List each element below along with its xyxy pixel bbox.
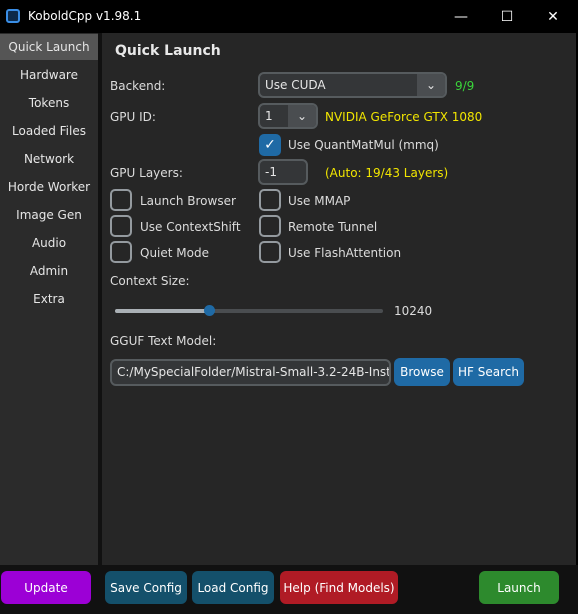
quiet-mode-checkbox[interactable] <box>110 241 132 263</box>
backend-count: 9/9 <box>455 79 475 93</box>
use-mmap-label: Use MMAP <box>288 194 351 208</box>
sidebar-item-loaded-files[interactable]: Loaded Files <box>0 118 98 144</box>
sidebar-item-network[interactable]: Network <box>0 146 98 172</box>
context-size-label: Context Size: <box>110 274 190 288</box>
minimize-button[interactable]: — <box>438 0 484 33</box>
app-icon <box>6 9 20 23</box>
sidebar-item-image-gen[interactable]: Image Gen <box>0 202 98 228</box>
context-size-slider-handle[interactable] <box>204 305 215 316</box>
context-size-slider-fill <box>115 309 209 313</box>
gpu-id-label: GPU ID: <box>110 110 156 124</box>
load-config-button[interactable]: Load Config <box>192 571 274 604</box>
save-config-button[interactable]: Save Config <box>105 571 187 604</box>
gpu-layers-auto: (Auto: 19/43 Layers) <box>325 166 449 180</box>
close-button[interactable]: ✕ <box>530 0 576 33</box>
update-button[interactable]: Update <box>1 571 91 604</box>
sidebar-item-horde-worker[interactable]: Horde Worker <box>0 174 98 200</box>
backend-value: Use CUDA <box>265 78 326 92</box>
quantmatmul-checkbox[interactable]: ✓ <box>259 134 281 156</box>
hf-search-button[interactable]: HF Search <box>453 358 524 386</box>
launch-browser-label: Launch Browser <box>140 194 236 208</box>
gpu-device-name: NVIDIA GeForce GTX 1080 <box>325 110 483 124</box>
sidebar-item-extra[interactable]: Extra <box>0 286 98 312</box>
gguf-model-path-input[interactable]: C:/MySpecialFolder/Mistral-Small-3.2-24B… <box>110 359 391 386</box>
chevron-down-icon[interactable]: ⌄ <box>288 105 316 127</box>
gguf-model-label: GGUF Text Model: <box>110 334 217 348</box>
gpu-layers-input[interactable]: -1 <box>258 159 308 185</box>
sidebar-item-tokens[interactable]: Tokens <box>0 90 98 116</box>
flashattention-label: Use FlashAttention <box>288 246 402 260</box>
window-title: KoboldCpp v1.98.1 <box>28 9 142 23</box>
use-mmap-checkbox[interactable] <box>259 189 281 211</box>
sidebar-item-hardware[interactable]: Hardware <box>0 62 98 88</box>
contextshift-checkbox[interactable] <box>110 215 132 237</box>
context-size-value: 10240 <box>394 304 433 318</box>
sidebar-item-audio[interactable]: Audio <box>0 230 98 256</box>
help-find-models-button[interactable]: Help (Find Models) <box>280 571 398 604</box>
sidebar: Quick Launch Hardware Tokens Loaded File… <box>0 33 98 565</box>
contextshift-label: Use ContextShift <box>140 220 241 234</box>
page-title: Quick Launch <box>115 43 221 59</box>
gpu-id-dropdown[interactable]: 1 ⌄ <box>258 103 318 129</box>
chevron-down-icon[interactable]: ⌄ <box>417 74 445 96</box>
gpu-id-value: 1 <box>265 109 273 123</box>
launch-browser-checkbox[interactable] <box>110 189 132 211</box>
sidebar-item-quick-launch[interactable]: Quick Launch <box>0 34 98 60</box>
browse-button[interactable]: Browse <box>394 358 450 386</box>
quantmatmul-label: Use QuantMatMul (mmq) <box>288 138 439 152</box>
maximize-button[interactable]: ☐ <box>484 0 530 33</box>
remote-tunnel-label: Remote Tunnel <box>288 220 378 234</box>
flashattention-checkbox[interactable] <box>259 241 281 263</box>
gpu-layers-label: GPU Layers: <box>110 166 183 180</box>
quiet-mode-label: Quiet Mode <box>140 246 209 260</box>
launch-button[interactable]: Launch <box>479 571 559 604</box>
backend-label: Backend: <box>110 79 166 93</box>
sidebar-item-admin[interactable]: Admin <box>0 258 98 284</box>
remote-tunnel-checkbox[interactable] <box>259 215 281 237</box>
backend-dropdown[interactable]: Use CUDA ⌄ <box>258 72 447 98</box>
